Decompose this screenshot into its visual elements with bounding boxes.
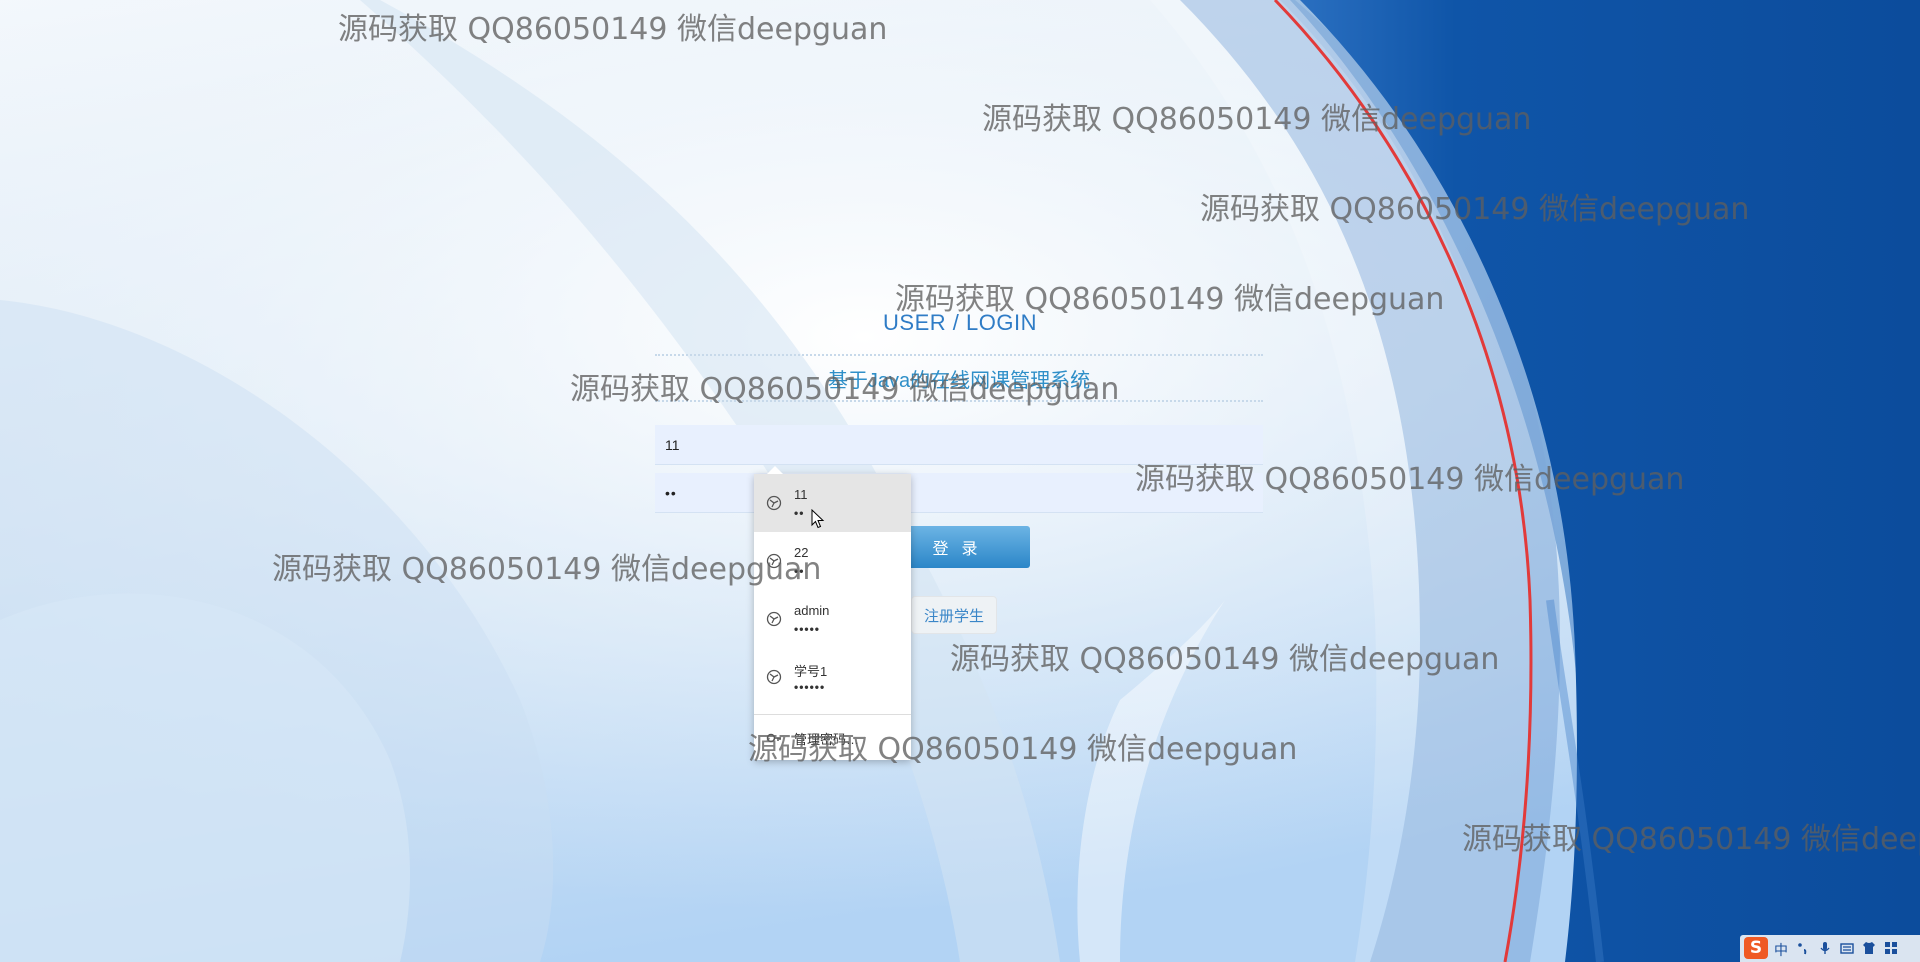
manage-passwords-label: 管理密码… [794,732,860,747]
keyboard-icon[interactable] [1840,941,1854,955]
autofill-password: •••••• [794,680,826,694]
key-icon [766,733,781,743]
toolbox-icon[interactable] [1884,941,1898,955]
manage-passwords-item[interactable]: 管理密码… [754,715,911,760]
autofill-username: 11 [794,487,808,502]
globe-key-icon [766,669,782,685]
autofill-item[interactable]: 学号1 •••••• [754,648,911,706]
globe-key-icon [766,611,782,627]
divider-bottom [655,400,1263,402]
autofill-password: •• [794,564,805,578]
autofill-password: •• [794,506,805,520]
ime-toolbar: S 中 [1740,935,1920,962]
autofill-item[interactable]: 11 •• [754,474,911,532]
divider-top [655,354,1263,356]
globe-key-icon [766,553,782,569]
autofill-username: 22 [794,545,809,560]
microphone-icon[interactable] [1818,941,1832,955]
mouse-cursor-icon [811,509,825,529]
sogou-logo-icon[interactable]: S [1744,937,1768,959]
autofill-caret [767,466,783,474]
autofill-username: 学号1 [794,664,828,679]
autofill-username: admin [794,603,830,618]
autofill-dropdown: 11 •• 22 •• admin ••••• 学号1 •••••• 管理密码… [754,466,911,760]
globe-key-icon [766,495,782,511]
skin-icon[interactable] [1862,941,1876,955]
ime-language-toggle[interactable]: 中 [1774,940,1788,960]
password-input[interactable] [655,473,1263,513]
autofill-item[interactable]: 22 •• [754,532,911,590]
autofill-password: ••••• [794,622,821,636]
login-header: USER / LOGIN [883,310,1037,335]
autofill-item[interactable]: admin ••••• [754,590,911,648]
username-input[interactable] [655,425,1263,465]
register-student-button[interactable]: 注册学生 [911,596,997,634]
system-title: 基于Java的在线网课管理系统 [827,370,1091,392]
punctuation-icon[interactable] [1796,941,1810,955]
